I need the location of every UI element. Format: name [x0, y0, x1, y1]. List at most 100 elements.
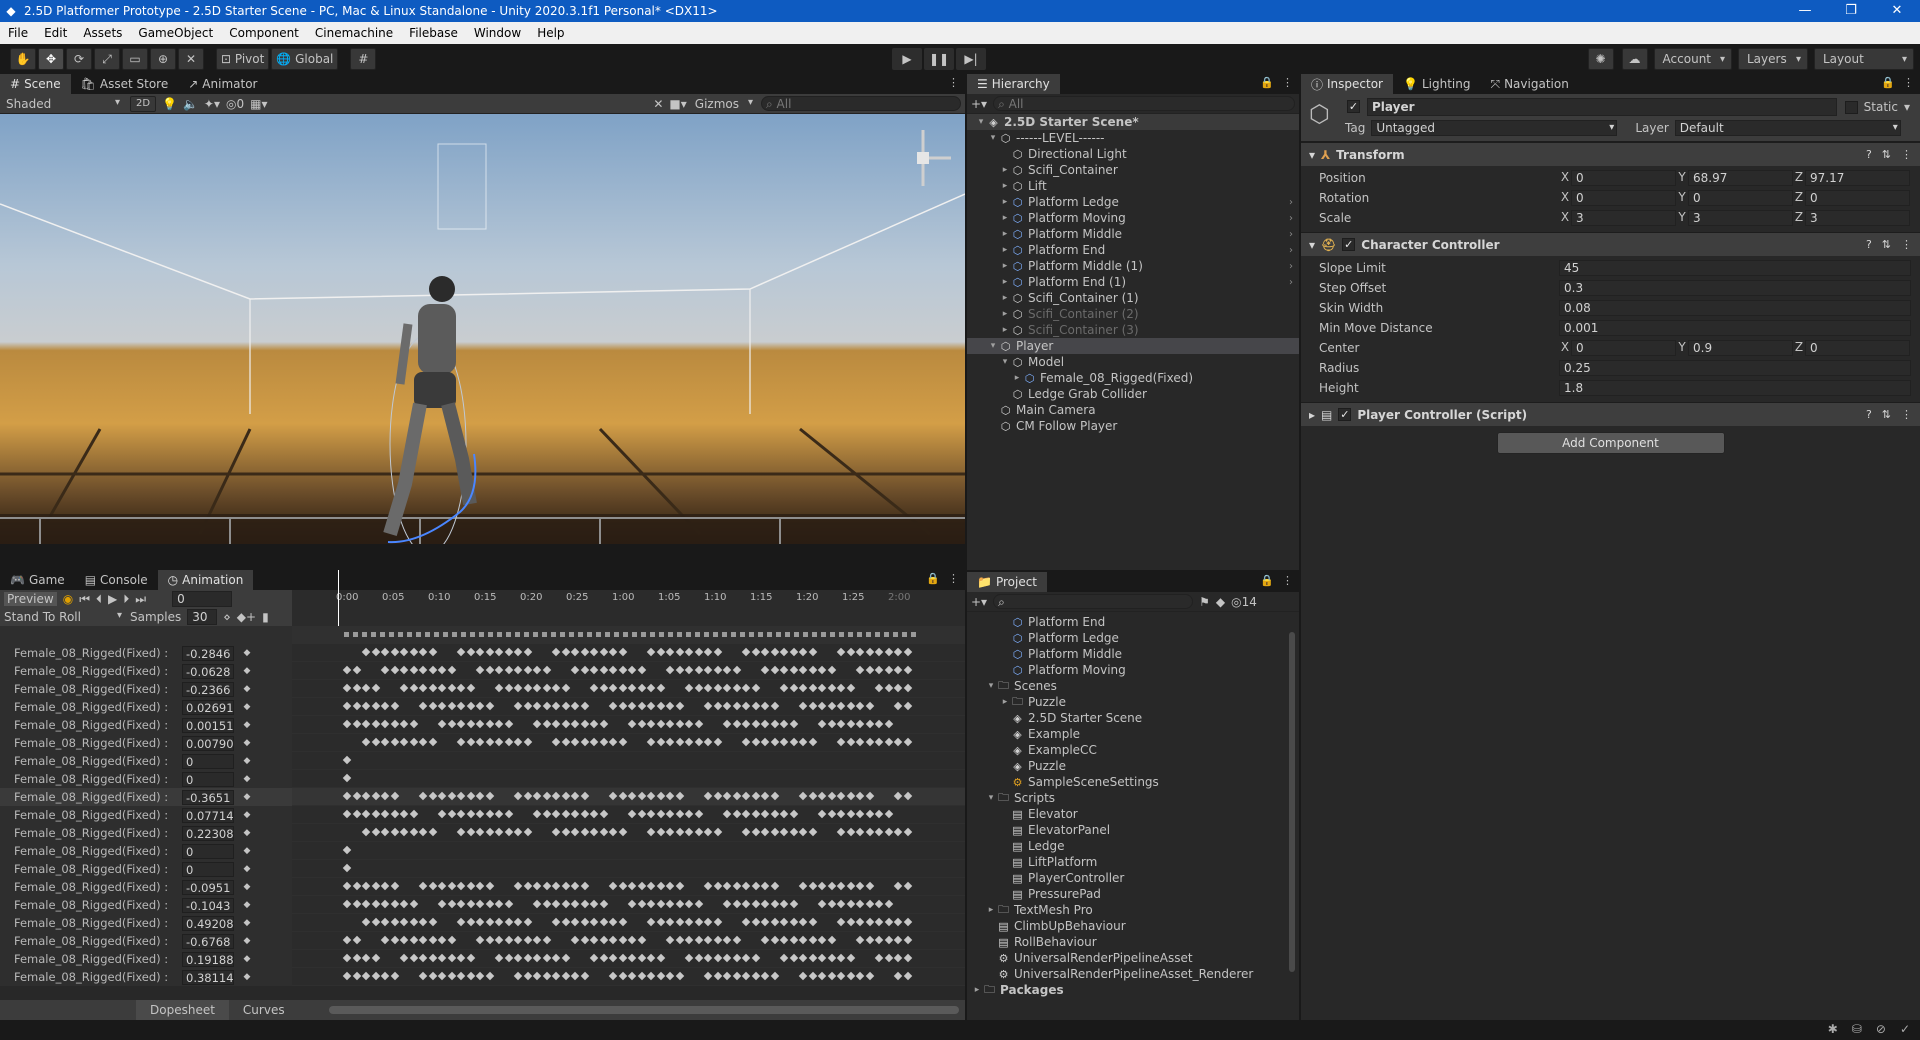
keyframe-marker[interactable] [599, 935, 608, 945]
keyframe-marker[interactable] [694, 899, 703, 909]
keyframe-marker[interactable] [637, 971, 646, 981]
keyframe-toggle-icon[interactable]: ◆ [234, 936, 260, 946]
keyframe-marker[interactable] [637, 791, 646, 801]
component-menu-icon[interactable]: ⋮ [1901, 238, 1912, 251]
keyframe-marker[interactable] [779, 917, 789, 927]
keyframe-marker[interactable] [855, 791, 865, 801]
keyframe-marker[interactable] [570, 737, 580, 747]
animated-property-row[interactable]: Female_08_Rigged(Fixed) : -0.0951 ◆ [0, 878, 292, 896]
keyframe-marker[interactable] [846, 917, 855, 927]
keyframe-marker[interactable] [656, 809, 665, 819]
keyframe-marker[interactable] [551, 881, 561, 891]
keyframe-marker[interactable] [722, 971, 732, 981]
keyframe-marker[interactable] [694, 809, 703, 819]
keyframe-marker[interactable] [836, 809, 846, 819]
keyframe-marker[interactable] [456, 899, 466, 909]
keyframe-marker[interactable] [504, 827, 513, 837]
keyframe-marker[interactable] [342, 845, 352, 855]
keyframe-marker[interactable] [684, 827, 694, 837]
keyframe-marker[interactable] [779, 827, 789, 837]
keyframe-marker[interactable] [361, 827, 371, 837]
keyframe-track[interactable] [292, 914, 965, 932]
keyframe-marker[interactable] [570, 935, 580, 945]
keyframe-marker[interactable] [466, 899, 475, 909]
object-name-input[interactable]: Player [1367, 98, 1837, 116]
animated-property-row[interactable]: Female_08_Rigged(Fixed) : 0 ◆ [0, 860, 292, 878]
keyframe-marker[interactable] [542, 701, 551, 711]
keyframe-marker[interactable] [561, 701, 570, 711]
keyframe-marker[interactable] [665, 971, 675, 981]
keyframe-marker[interactable] [485, 665, 494, 675]
tab-animation[interactable]: ◷ Animation [157, 570, 254, 590]
keyframe-marker[interactable] [713, 647, 722, 657]
lock-icon[interactable]: 🔒 [1260, 574, 1274, 587]
transform-header[interactable]: ▾ ⅄ Transform ? ⇅ ⋮ [1301, 142, 1920, 166]
keyframe-marker[interactable] [437, 971, 447, 981]
keyframe-marker[interactable] [760, 809, 770, 819]
help-icon[interactable]: ? [1866, 408, 1872, 421]
keyframe-marker[interactable] [893, 971, 903, 981]
keyframe-marker[interactable] [608, 683, 618, 693]
scale-tool-icon[interactable]: ⤢ [94, 48, 120, 70]
keyframe-marker[interactable] [513, 791, 523, 801]
keyframe-marker[interactable] [893, 647, 903, 657]
grid-toggle-icon[interactable]: ▦▾ [250, 97, 267, 111]
keyframe-marker[interactable] [713, 791, 722, 801]
keyframe-marker[interactable] [532, 701, 542, 711]
keyframe-marker[interactable] [371, 917, 380, 927]
keyframe-marker[interactable] [836, 917, 846, 927]
minimize-button[interactable]: — [1782, 0, 1828, 22]
keyframe-marker[interactable] [741, 917, 751, 927]
keyframe-marker[interactable] [475, 647, 485, 657]
keyframe-marker[interactable] [741, 719, 751, 729]
keyframe-toggle-icon[interactable]: ◆ [234, 684, 260, 694]
expand-arrow-icon[interactable]: ▸ [999, 261, 1011, 271]
keyframe-marker[interactable] [789, 935, 798, 945]
property-value-input[interactable]: 0.38114 [182, 969, 234, 985]
keyframe-marker[interactable] [808, 683, 817, 693]
keyframe-marker[interactable] [428, 683, 437, 693]
keyframe-marker[interactable] [817, 971, 827, 981]
keyframe-marker[interactable] [580, 917, 589, 927]
chevron-right-icon[interactable]: › [1289, 245, 1293, 256]
keyframe-marker[interactable] [827, 953, 836, 963]
keyframe-toggle-icon[interactable]: ◆ [234, 702, 260, 712]
keyframe-marker[interactable] [656, 683, 665, 693]
expand-arrow-icon[interactable]: ▾ [999, 357, 1011, 367]
prev-frame-button[interactable]: ⏴ [96, 592, 102, 607]
keyframe-marker[interactable] [722, 719, 732, 729]
hidden-packages-icon[interactable]: ◎14 [1231, 595, 1257, 609]
horizontal-scrollbar[interactable] [328, 1006, 959, 1014]
keyframe-marker[interactable] [675, 701, 684, 711]
keyframe-marker[interactable] [808, 701, 817, 711]
keyframe-marker[interactable] [447, 719, 456, 729]
keyframe-marker[interactable] [798, 665, 808, 675]
keyframe-marker[interactable] [608, 917, 618, 927]
keyframe-marker[interactable] [770, 719, 779, 729]
keyframe-marker[interactable] [418, 971, 428, 981]
rotate-tool-icon[interactable]: ⟳ [66, 48, 92, 70]
keyframe-marker[interactable] [760, 791, 770, 801]
keyframe-marker[interactable] [722, 665, 732, 675]
keyframe-marker[interactable] [703, 665, 713, 675]
keyframe-marker[interactable] [789, 953, 798, 963]
keyframe-marker[interactable] [399, 953, 409, 963]
keyframe-marker[interactable] [418, 881, 428, 891]
keyframe-marker[interactable] [380, 737, 390, 747]
keyframe-marker[interactable] [846, 971, 855, 981]
keyframe-marker[interactable] [627, 953, 637, 963]
center-y[interactable]: 0.9 [1688, 340, 1793, 356]
keyframe-marker[interactable] [361, 737, 371, 747]
keyframe-marker[interactable] [618, 827, 627, 837]
tab-scene[interactable]: # Scene [0, 74, 71, 94]
expand-arrow-icon[interactable]: ▸ [999, 277, 1011, 287]
keyframe-marker[interactable] [741, 899, 751, 909]
expand-arrow-icon[interactable]: ▸ [999, 229, 1011, 239]
keyframe-marker[interactable] [342, 809, 352, 819]
keyframe-marker[interactable] [808, 953, 817, 963]
keyframe-marker[interactable] [646, 737, 656, 747]
keyframe-marker[interactable] [722, 809, 732, 819]
keyframe-marker[interactable] [437, 701, 447, 711]
keyframe-marker[interactable] [342, 881, 352, 891]
keyframe-marker[interactable] [513, 971, 523, 981]
